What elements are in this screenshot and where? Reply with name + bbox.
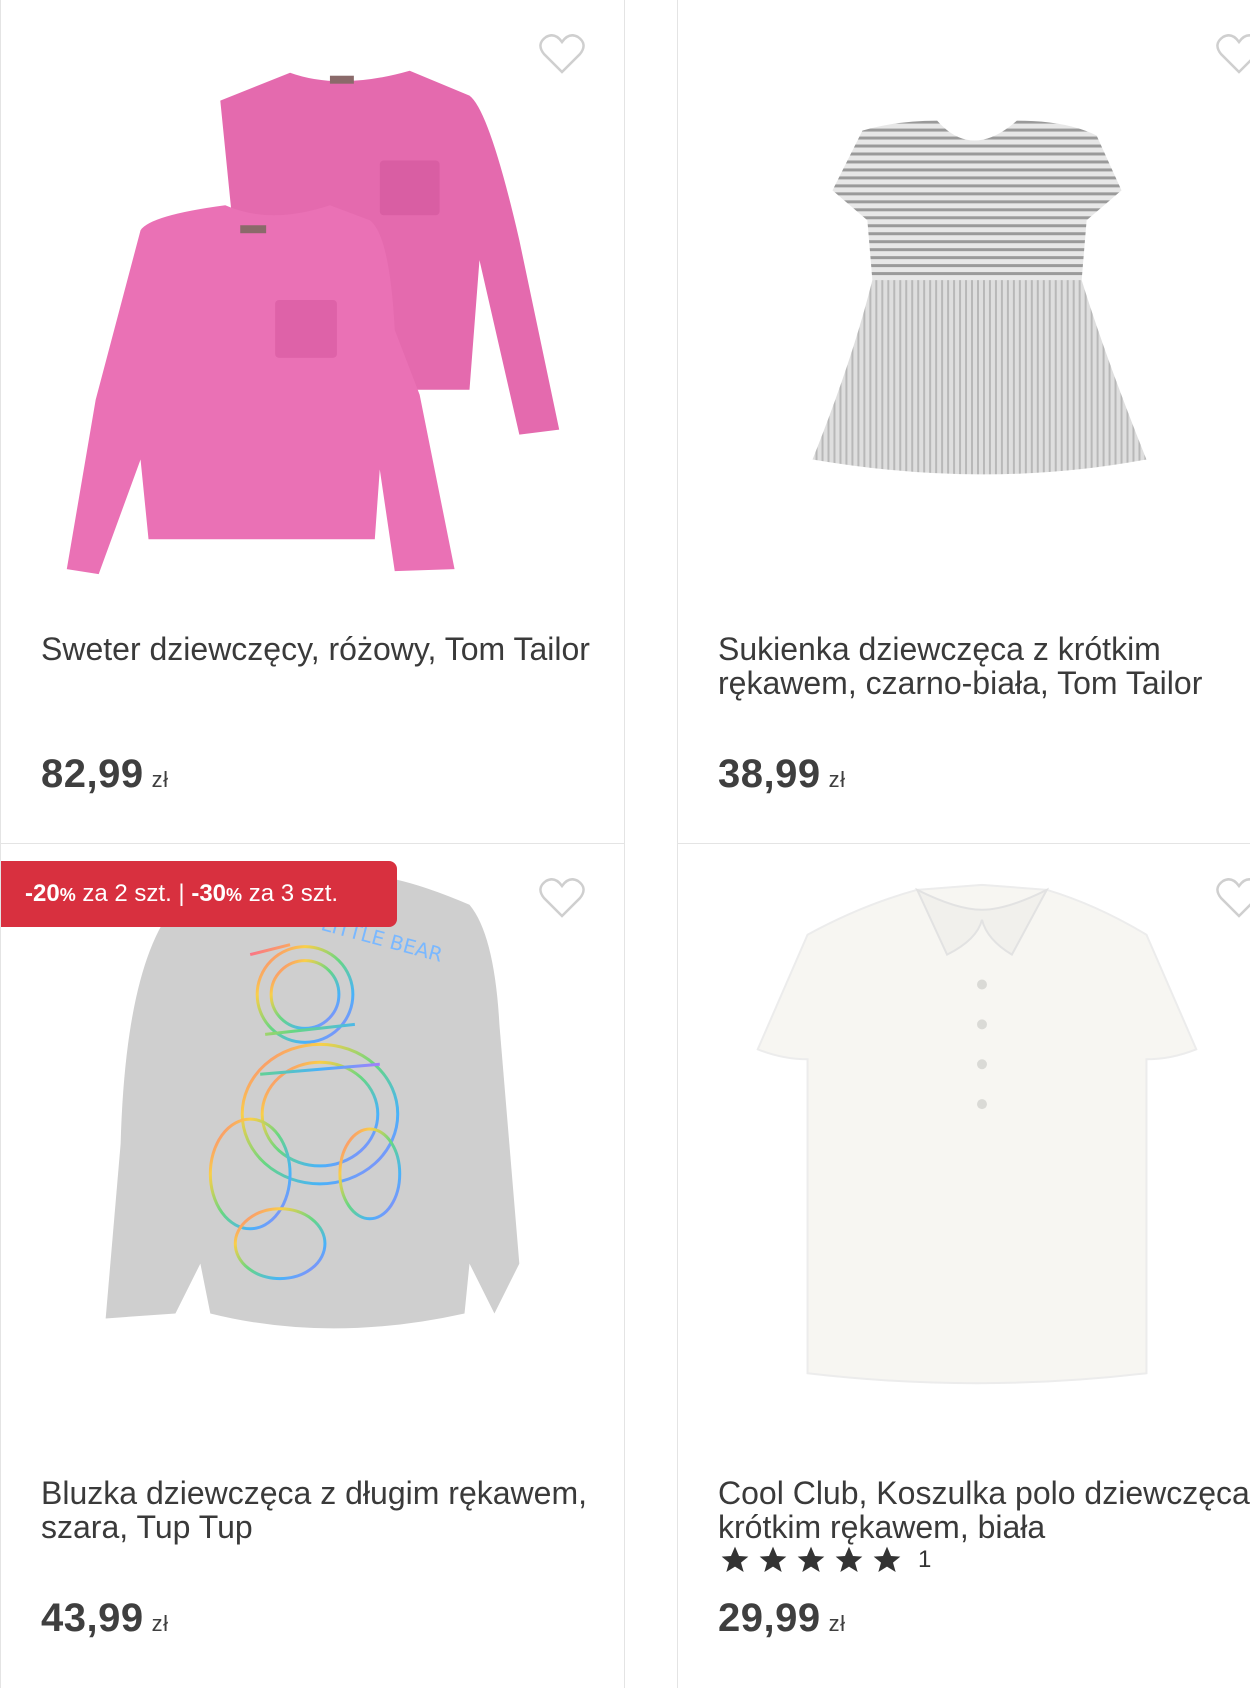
product-rating[interactable]: 1 (718, 1544, 931, 1576)
product-title[interactable]: Cool Club, Koszulka polo dziewczęca z kr… (718, 1476, 1250, 1544)
product-grid: Sweter dziewczęcy, różowy, Tom Tailor 82… (0, 0, 1250, 1688)
product-image-white-polo[interactable] (678, 844, 1250, 1444)
price-value: 29,99 (718, 1596, 821, 1640)
product-image-pink-sweaters[interactable] (1, 0, 624, 600)
favorite-heart-icon[interactable] (1215, 876, 1250, 920)
product-card[interactable]: Sweter dziewczęcy, różowy, Tom Tailor 82… (0, 0, 625, 844)
price-value: 43,99 (41, 1596, 144, 1640)
promo-value-2: -30 (191, 880, 227, 907)
product-title[interactable]: Sukienka dziewczęca z krótkim rękawem, c… (718, 632, 1250, 700)
product-price: 82,99 zł (41, 752, 169, 797)
star-icon (797, 1546, 825, 1572)
price-value: 38,99 (718, 752, 821, 796)
product-price: 43,99 zł (41, 1596, 169, 1641)
product-title[interactable]: Sweter dziewczęcy, różowy, Tom Tailor (41, 632, 601, 666)
product-price: 38,99 zł (718, 752, 846, 797)
star-icon (721, 1546, 749, 1572)
promo-value-1: -20 (25, 880, 60, 907)
price-currency: zł (828, 1611, 846, 1636)
promo-text-2: za 3 szt. (242, 880, 339, 907)
product-card[interactable]: LITTLE BEAR -20% za 2 szt. | -30% za 3 s… (0, 843, 625, 1688)
product-card[interactable]: Cool Club, Koszulka polo dziewczęca z kr… (677, 843, 1250, 1688)
favorite-heart-icon[interactable] (1215, 32, 1250, 76)
promo-pct-1: % (59, 885, 76, 905)
promo-pct-2: % (226, 885, 243, 905)
product-image-striped-dress[interactable] (678, 0, 1250, 600)
promo-separator: | (171, 880, 192, 907)
star-icon (835, 1546, 863, 1572)
promo-badge: -20% za 2 szt. | -30% za 3 szt. (1, 861, 397, 927)
product-card[interactable]: Sukienka dziewczęca z krótkim rękawem, c… (677, 0, 1250, 844)
price-value: 82,99 (41, 752, 144, 796)
star-icon (759, 1546, 787, 1572)
product-price: 29,99 zł (718, 1596, 846, 1641)
favorite-heart-icon[interactable] (538, 876, 586, 920)
promo-text-1: za 2 szt. (75, 880, 172, 907)
star-icon (873, 1546, 901, 1572)
product-image-grey-longsleeve[interactable]: LITTLE BEAR (1, 844, 624, 1444)
price-currency: zł (828, 767, 846, 792)
product-title[interactable]: Bluzka dziewczęca z długim rękawem, szar… (41, 1476, 601, 1544)
price-currency: zł (151, 1611, 169, 1636)
price-currency: zł (151, 767, 169, 792)
favorite-heart-icon[interactable] (538, 32, 586, 76)
rating-count: 1 (918, 1546, 932, 1573)
